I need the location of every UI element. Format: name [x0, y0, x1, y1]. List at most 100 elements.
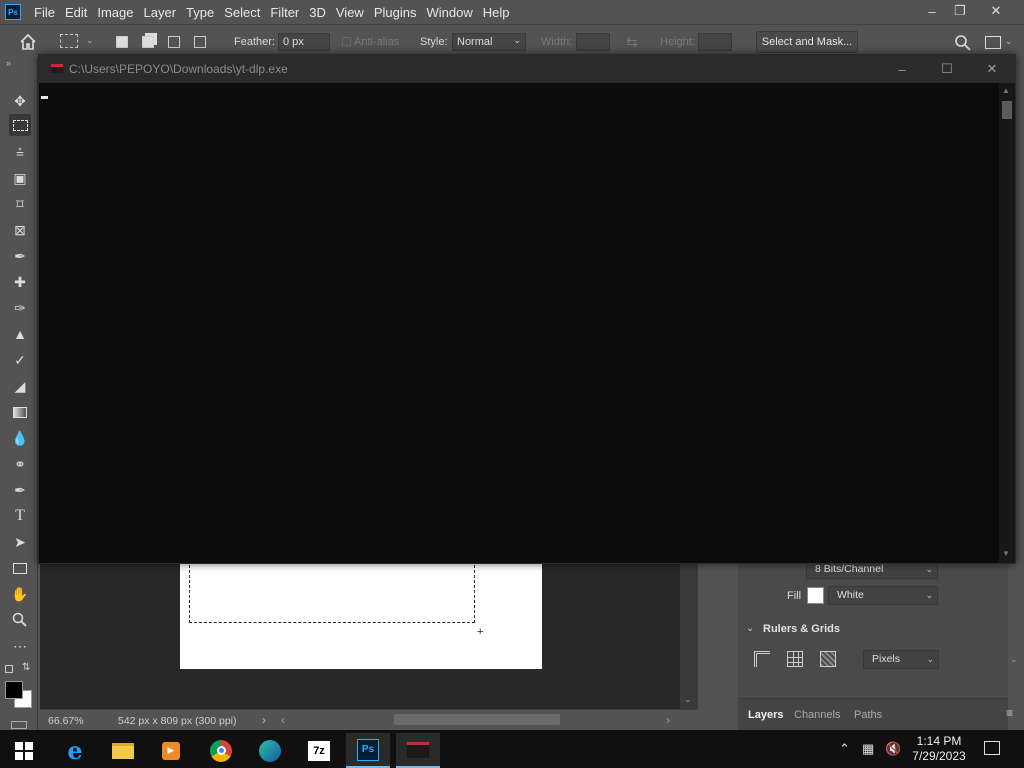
- volume-muted-icon[interactable]: 🔇: [885, 741, 901, 757]
- grid-icon[interactable]: [787, 651, 803, 667]
- style-select[interactable]: Normal ⌄: [452, 33, 526, 51]
- frame-tool-icon[interactable]: ⊠: [9, 219, 31, 241]
- chevron-down-icon[interactable]: ⌄: [1005, 36, 1013, 47]
- object-selection-tool-icon[interactable]: ▣: [9, 167, 31, 189]
- tab-channels[interactable]: Channels: [794, 709, 840, 721]
- scroll-right-icon[interactable]: ›: [666, 713, 670, 727]
- dodge-tool-icon[interactable]: ⚭: [9, 453, 31, 475]
- hand-tool-icon[interactable]: ✋: [9, 583, 31, 605]
- menu-filter[interactable]: Filter: [265, 5, 304, 20]
- menu-edit[interactable]: Edit: [60, 5, 92, 20]
- brush-tool-icon[interactable]: ✑: [9, 297, 31, 319]
- 7zip-icon[interactable]: 7z: [297, 733, 341, 768]
- ruler-icon[interactable]: [754, 651, 770, 667]
- foreground-color-swatch[interactable]: [5, 681, 23, 699]
- expand-panel-icon[interactable]: »: [6, 58, 11, 68]
- add-selection-icon[interactable]: [142, 36, 154, 48]
- rect-marquee-tool-icon[interactable]: [9, 114, 31, 136]
- home-icon[interactable]: [18, 33, 38, 51]
- menu-3d[interactable]: 3D: [304, 5, 331, 20]
- lasso-tool-icon[interactable]: ⩮: [9, 141, 31, 163]
- horizontal-scroll-thumb[interactable]: [394, 714, 560, 725]
- console-scroll-thumb[interactable]: [1002, 101, 1012, 119]
- show-hidden-icons-icon[interactable]: ⌃: [839, 741, 850, 757]
- restore-icon[interactable]: ❐: [946, 2, 974, 20]
- media-player-icon[interactable]: ▶: [149, 733, 193, 768]
- start-button[interactable]: [2, 733, 46, 768]
- scroll-down-icon[interactable]: ▼: [1002, 549, 1010, 558]
- crop-tool-icon[interactable]: ⌑: [9, 193, 31, 215]
- close-icon[interactable]: ✕: [977, 59, 1007, 79]
- clone-stamp-tool-icon[interactable]: ▲: [9, 323, 31, 345]
- chevron-down-icon[interactable]: ⌄: [684, 694, 692, 705]
- menu-window[interactable]: Window: [421, 5, 477, 20]
- healing-brush-tool-icon[interactable]: ✚: [9, 271, 31, 293]
- type-tool-icon[interactable]: T: [9, 505, 31, 527]
- edge-icon[interactable]: [248, 733, 292, 768]
- blur-tool-icon[interactable]: 💧: [9, 427, 31, 449]
- gradient-tool-icon[interactable]: [9, 401, 31, 423]
- guides-icon[interactable]: [820, 651, 836, 667]
- units-select[interactable]: Pixels ⌄: [863, 650, 939, 669]
- system-clock[interactable]: 1:14 PM 7/29/2023: [905, 734, 973, 764]
- menu-help[interactable]: Help: [478, 5, 515, 20]
- more-tools-icon[interactable]: ⋯: [9, 635, 31, 657]
- intersect-selection-icon[interactable]: [194, 36, 206, 48]
- minimize-icon[interactable]: –: [887, 59, 917, 79]
- notifications-icon[interactable]: [984, 741, 1000, 755]
- panel-menu-icon[interactable]: ≡: [1006, 706, 1013, 720]
- height-input[interactable]: [698, 33, 732, 51]
- chevron-down-icon[interactable]: ⌄: [86, 35, 94, 46]
- menu-view[interactable]: View: [331, 5, 369, 20]
- menu-file[interactable]: File: [29, 5, 60, 20]
- eraser-tool-icon[interactable]: ◢: [9, 375, 31, 397]
- swap-icon[interactable]: ⇆: [626, 34, 638, 51]
- minimize-icon[interactable]: –: [918, 2, 946, 20]
- yt-dlp-taskbar-icon[interactable]: [396, 733, 440, 768]
- close-icon[interactable]: ✕: [982, 2, 1010, 20]
- antialias-checkbox[interactable]: [342, 37, 351, 46]
- menu-image[interactable]: Image: [92, 5, 138, 20]
- chevron-down-icon[interactable]: ⌄: [1010, 654, 1018, 665]
- photoshop-taskbar-icon[interactable]: Ps: [346, 733, 390, 768]
- workspace-icon[interactable]: [985, 36, 1001, 49]
- scroll-up-icon[interactable]: ▲: [1002, 86, 1010, 95]
- subtract-selection-icon[interactable]: [168, 36, 180, 48]
- rect-marquee-preset-icon[interactable]: [60, 34, 78, 48]
- feather-input[interactable]: 0 px: [278, 33, 330, 51]
- select-and-mask-button[interactable]: Select and Mask...: [756, 31, 858, 53]
- console-title-bar[interactable]: C:\Users\PEPOYO\Downloads\yt-dlp.exe – ☐…: [39, 55, 1015, 83]
- rectangle-tool-icon[interactable]: [9, 557, 31, 579]
- file-explorer-icon[interactable]: [101, 733, 145, 768]
- menu-plugins[interactable]: Plugins: [369, 5, 422, 20]
- new-selection-icon[interactable]: [116, 36, 128, 48]
- path-selection-tool-icon[interactable]: ➤: [9, 531, 31, 553]
- collapse-section-icon[interactable]: ⌄: [746, 623, 754, 634]
- tab-paths[interactable]: Paths: [854, 709, 882, 721]
- console-window[interactable]: C:\Users\PEPOYO\Downloads\yt-dlp.exe – ☐…: [38, 54, 1016, 564]
- rulers-grids-title[interactable]: Rulers & Grids: [763, 623, 840, 635]
- menu-type[interactable]: Type: [181, 5, 219, 20]
- move-tool-icon[interactable]: ✥: [9, 90, 31, 112]
- default-colors-icon[interactable]: [5, 665, 13, 673]
- history-brush-tool-icon[interactable]: ✓: [9, 349, 31, 371]
- search-icon[interactable]: [954, 34, 972, 52]
- network-icon[interactable]: ▦: [862, 741, 874, 757]
- fill-color-swatch[interactable]: [807, 587, 824, 604]
- fill-select[interactable]: White ⌄: [828, 586, 938, 605]
- pen-tool-icon[interactable]: ✒: [9, 479, 31, 501]
- status-menu-arrow-icon[interactable]: ›: [262, 713, 266, 727]
- maximize-icon[interactable]: ☐: [932, 59, 962, 79]
- chrome-icon[interactable]: [199, 733, 243, 768]
- width-input[interactable]: [576, 33, 610, 51]
- scroll-left-icon[interactable]: ‹: [281, 713, 285, 727]
- menu-select[interactable]: Select: [219, 5, 265, 20]
- zoom-level[interactable]: 66.67%: [48, 715, 84, 727]
- internet-explorer-icon[interactable]: e: [53, 733, 97, 768]
- zoom-tool-icon[interactable]: [9, 609, 31, 631]
- console-vertical-scrollbar[interactable]: ▲ ▼: [999, 83, 1015, 563]
- swap-colors-icon[interactable]: ⇅: [22, 662, 30, 673]
- tab-layers[interactable]: Layers: [748, 709, 783, 721]
- eyedropper-tool-icon[interactable]: ✒: [9, 245, 31, 267]
- quick-mask-icon[interactable]: [11, 721, 27, 729]
